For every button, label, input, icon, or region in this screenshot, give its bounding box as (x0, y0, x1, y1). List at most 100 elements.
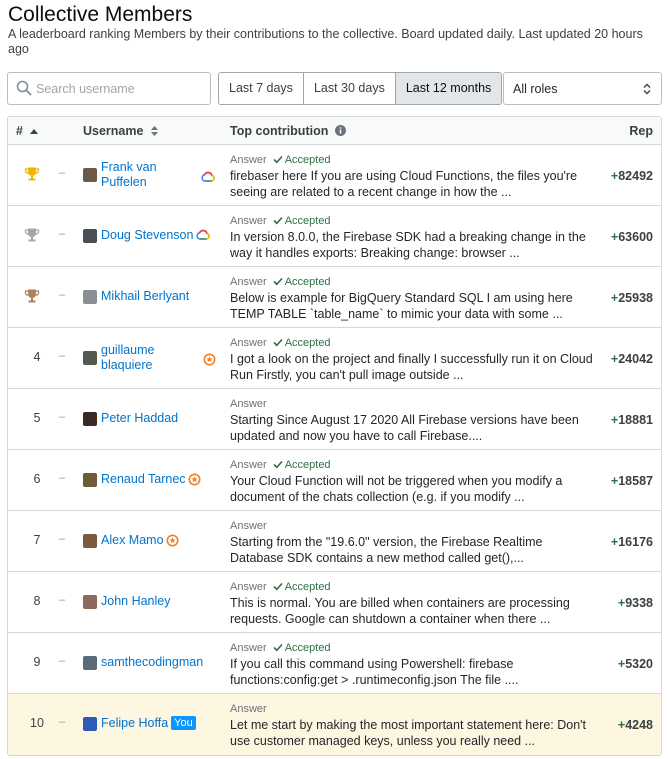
answer-meta: Answer Accepted (230, 581, 331, 593)
table-row: 10 – Felipe Hoffa You Answer Let me start by … (8, 694, 661, 755)
answer-type: Answer (230, 154, 267, 166)
username-line1: guillaume (101, 343, 155, 357)
rep-number: 18881 (618, 413, 653, 427)
answer-meta: Answer Accepted (230, 459, 331, 471)
col-username-label: Username (83, 124, 144, 138)
avatar[interactable] (83, 412, 97, 426)
username-link[interactable]: Frank van Puffelen (101, 160, 213, 190)
username-link[interactable]: samthecodingman (101, 655, 213, 670)
accepted-label: Accepted (284, 642, 331, 654)
rank-number: 4 (33, 350, 41, 364)
col-username-header[interactable]: Username (83, 124, 158, 138)
info-icon[interactable] (334, 125, 346, 136)
rep-number: 82492 (618, 169, 653, 183)
username-link[interactable]: guillaume blaquiere (101, 343, 213, 373)
table-row: 5 – Peter Haddad Answer Starting Since Augus… (8, 389, 661, 450)
time-range-toggle: Last 7 days Last 30 days Last 12 months (218, 72, 503, 105)
time-option-0[interactable]: Last 7 days (219, 73, 304, 104)
avatar[interactable] (83, 168, 97, 182)
avatar[interactable] (83, 656, 97, 670)
rank-change: – (59, 533, 66, 545)
answer-type: Answer (230, 215, 267, 227)
page-subtitle: A leaderboard ranking Members by their c… (8, 27, 643, 56)
rep-value: +18881 (611, 413, 653, 427)
rank-number: 9 (33, 655, 41, 669)
table-row: 7 – Alex Mamo Answer Starting from the "19.6… (8, 511, 661, 572)
answer-excerpt[interactable]: I got a look on the project and finally … (230, 352, 595, 383)
rep-number: 5320 (625, 657, 653, 671)
accepted-label: Accepted (284, 337, 331, 349)
answer-meta: Answer Accepted (230, 642, 331, 654)
rank-number: 6 (33, 472, 41, 486)
username-link[interactable]: Alex Mamo (101, 533, 213, 548)
username-line1: Alex Mamo (101, 533, 164, 547)
accepted-badge: Accepted (273, 276, 331, 288)
table-body: – Frank van Puffelen Answer Accepted firebase… (8, 145, 661, 755)
search-input[interactable] (36, 79, 206, 99)
accepted-label: Accepted (284, 154, 331, 166)
accepted-label: Accepted (284, 581, 331, 593)
username-line1: Mikhail Berlyant (101, 289, 190, 303)
time-option-2[interactable]: Last 12 months (395, 73, 502, 104)
rank-number: 8 (33, 594, 41, 608)
rep-number: 18587 (618, 474, 653, 488)
rep-value: +82492 (611, 169, 653, 183)
answer-excerpt[interactable]: Starting from the "19.6.0" version, the … (230, 535, 595, 566)
you-badge: You (171, 716, 196, 730)
rank-change: – (59, 411, 66, 423)
avatar[interactable] (83, 595, 97, 609)
check-icon (273, 582, 283, 591)
answer-type: Answer (230, 642, 267, 654)
trophy-icon (24, 228, 40, 242)
recognized-member-icon (188, 473, 201, 486)
avatar[interactable] (83, 534, 97, 548)
answer-type: Answer (230, 276, 267, 288)
google-cloud-icon (196, 229, 210, 240)
answer-excerpt[interactable]: In version 8.0.0, the Firebase SDK had a… (230, 230, 595, 261)
col-rank-header[interactable]: # (16, 124, 39, 138)
select-arrows-icon (643, 83, 651, 95)
username-link[interactable]: Peter Haddad (101, 411, 213, 426)
col-rep-header: Rep (629, 124, 653, 138)
trophy-icon (24, 289, 40, 303)
accepted-label: Accepted (284, 459, 331, 471)
answer-type: Answer (230, 337, 267, 349)
check-icon (273, 277, 283, 286)
username-link[interactable]: Mikhail Berlyant (101, 289, 213, 304)
username-link[interactable]: John Hanley (101, 594, 213, 609)
answer-excerpt[interactable]: If you call this command using Powershel… (230, 657, 595, 688)
search-box[interactable] (7, 72, 211, 105)
avatar[interactable] (83, 290, 97, 304)
table-row: – Doug Stevenson Answer Accepted In version … (8, 206, 661, 267)
time-option-1[interactable]: Last 30 days (303, 73, 396, 104)
avatar[interactable] (83, 229, 97, 243)
accepted-badge: Accepted (273, 581, 331, 593)
answer-excerpt[interactable]: Let me start by making the most importan… (230, 718, 595, 749)
avatar[interactable] (83, 351, 97, 365)
roles-select[interactable]: All roles (503, 72, 662, 105)
username-link[interactable]: Felipe Hoffa You (101, 716, 213, 731)
rep-value: +24042 (611, 352, 653, 366)
answer-excerpt[interactable]: This is normal. You are billed when cont… (230, 596, 595, 627)
answer-excerpt[interactable]: Below is example for BigQuery Standard S… (230, 291, 595, 322)
answer-excerpt[interactable]: firebaser here If you are using Cloud Fu… (230, 169, 595, 200)
rep-value: +25938 (611, 291, 653, 305)
answer-type: Answer (230, 703, 267, 715)
table-row: 8 – John Hanley Answer Accepted This is norma… (8, 572, 661, 633)
rank-change: – (59, 228, 66, 240)
avatar[interactable] (83, 473, 97, 487)
username-line1: Renaud Tarnec (101, 472, 186, 486)
avatar[interactable] (83, 717, 97, 731)
answer-type: Answer (230, 398, 267, 410)
answer-meta: Answer (230, 703, 267, 715)
filter-bar: Last 7 daysLast 30 daysLast 12 months Al… (7, 72, 662, 105)
answer-excerpt[interactable]: Your Cloud Function will not be triggere… (230, 474, 595, 505)
accepted-badge: Accepted (273, 337, 331, 349)
search-icon (16, 80, 32, 96)
recognized-member-icon (166, 534, 179, 547)
rank-number: 5 (33, 411, 41, 425)
rep-number: 16176 (618, 535, 653, 549)
rank-change: – (59, 594, 66, 606)
answer-excerpt[interactable]: Starting Since August 17 2020 All Fireba… (230, 413, 595, 444)
rep-value: +9338 (618, 596, 653, 610)
